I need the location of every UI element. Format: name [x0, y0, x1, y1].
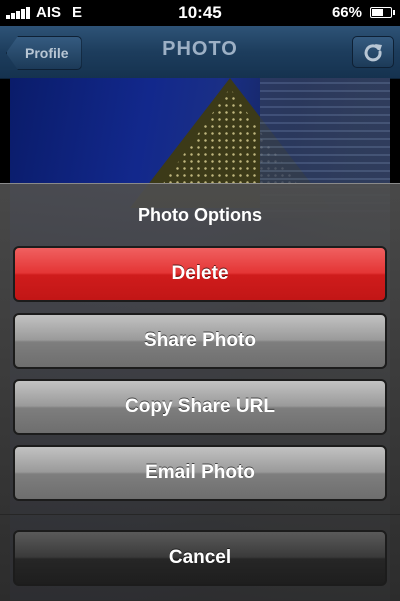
delete-button[interactable]: Delete [13, 246, 387, 302]
share-photo-button[interactable]: Share Photo [13, 313, 387, 369]
battery-icon [370, 7, 395, 18]
refresh-button[interactable] [352, 36, 394, 68]
action-sheet-title: Photo Options [138, 205, 262, 225]
copy-share-url-button[interactable]: Copy Share URL [13, 379, 387, 435]
action-sheet: Photo Options Delete Share Photo Copy Sh… [0, 183, 400, 601]
cancel-button[interactable]: Cancel [13, 530, 387, 586]
divider [0, 514, 400, 515]
email-photo-button[interactable]: Email Photo [13, 445, 387, 501]
refresh-icon [364, 44, 382, 62]
page-title: PHOTO [162, 38, 238, 60]
status-bar: AIS E 10:45 66% [0, 0, 400, 26]
battery-fill [372, 9, 383, 16]
navigation-bar: Profile PHOTO [0, 26, 400, 79]
battery-percent: 66% [331, 4, 362, 21]
